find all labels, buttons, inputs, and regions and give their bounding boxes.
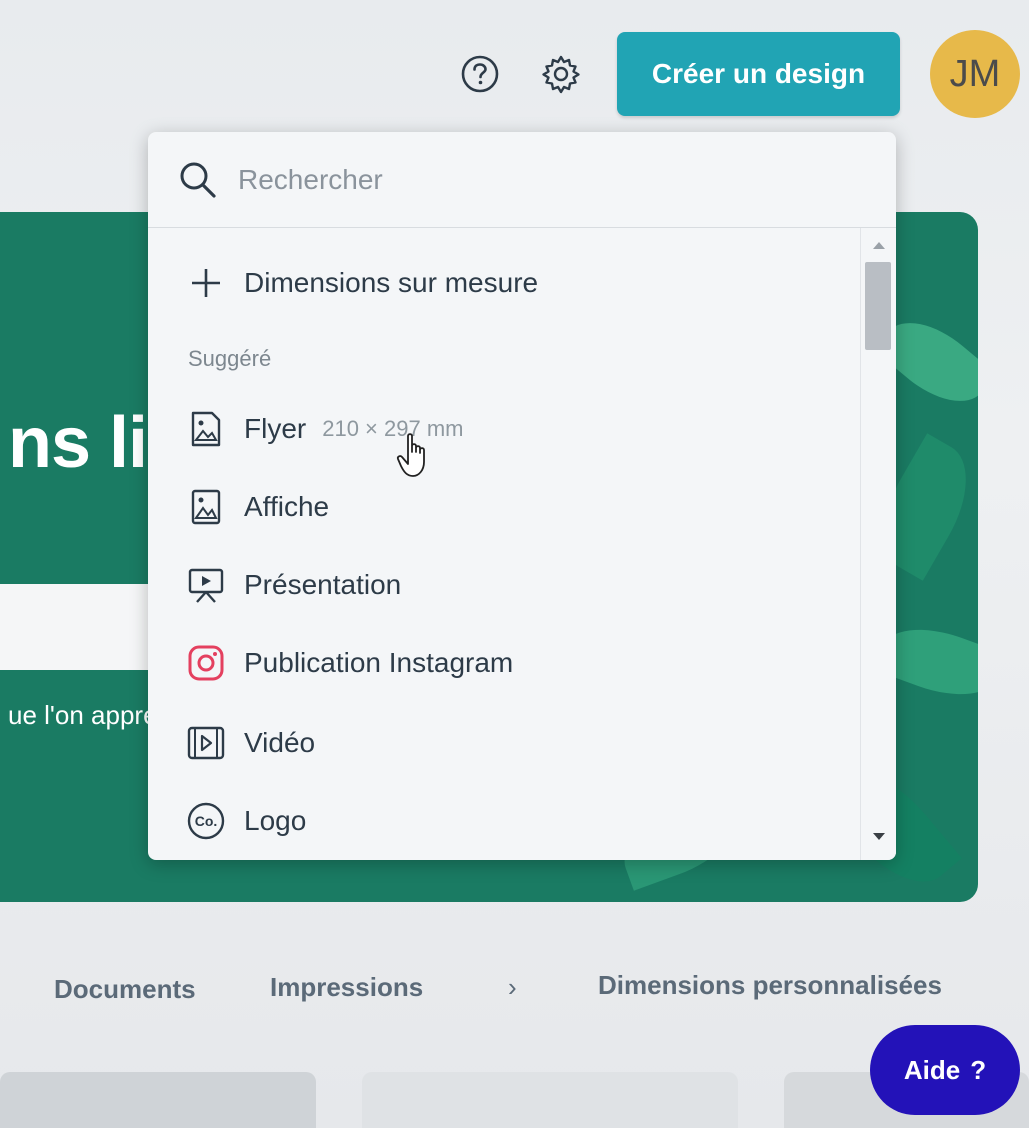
instagram-post-label: Publication Instagram: [244, 647, 514, 678]
design-option-flyer[interactable]: Flyer 210 × 297 mm: [148, 396, 860, 462]
design-option-logo[interactable]: Co. Logo: [148, 788, 860, 854]
svg-text:Co.: Co.: [195, 813, 218, 829]
instagram-icon: [186, 643, 226, 683]
chevron-right-icon[interactable]: ›: [508, 972, 517, 1003]
canva-home-screen: Créer un design JM ns li ue l'on appre D…: [0, 0, 1029, 1128]
scroll-down-arrow-icon[interactable]: [869, 828, 889, 846]
banner-title: ns li: [8, 403, 148, 483]
create-design-button[interactable]: Créer un design: [617, 32, 900, 116]
top-bar: Créer un design JM: [0, 0, 1029, 130]
design-search-input[interactable]: [238, 154, 838, 206]
flyer-label: Flyer: [244, 413, 307, 444]
category-impressions[interactable]: Impressions: [270, 972, 423, 1003]
help-button[interactable]: [456, 50, 504, 98]
question-circle-icon: [461, 55, 499, 93]
settings-button[interactable]: [537, 50, 585, 98]
logo-label: Logo: [244, 805, 307, 836]
category-custom-dimensions[interactable]: Dimensions personnalisées: [598, 970, 942, 1001]
flyer-icon: [186, 409, 226, 449]
help-fab-symbol: ?: [970, 1054, 987, 1085]
logo-icon: Co.: [186, 801, 226, 841]
custom-dimensions-option[interactable]: Dimensions sur mesure: [148, 250, 860, 316]
design-option-presentation[interactable]: Présentation: [148, 552, 860, 618]
design-type-list: Dimensions sur mesure Suggéré Flyer 210 …: [148, 228, 860, 860]
template-thumbnail[interactable]: [362, 1072, 738, 1128]
scrollbar-thumb[interactable]: [865, 262, 891, 350]
category-nav: Documents Impressions › Dimensions perso…: [0, 960, 1029, 1020]
plus-icon: [186, 263, 226, 303]
design-option-video[interactable]: Vidéo: [148, 710, 860, 776]
section-suggested-label: Suggéré: [188, 346, 272, 371]
design-option-instagram-post[interactable]: Publication Instagram: [148, 630, 860, 696]
presentation-label: Présentation: [244, 569, 402, 600]
scroll-up-arrow-icon[interactable]: [869, 236, 889, 254]
affiche-label: Affiche: [244, 491, 330, 522]
presentation-icon: [186, 565, 226, 605]
help-fab-button[interactable]: Aide ?: [870, 1025, 1020, 1115]
video-icon: [186, 723, 226, 763]
dropdown-scrollbar[interactable]: [860, 228, 896, 860]
flyer-dimensions: 210 × 297 mm: [322, 416, 464, 441]
custom-dimensions-label: Dimensions sur mesure: [244, 267, 539, 298]
banner-search-bar[interactable]: [0, 584, 170, 670]
design-option-affiche[interactable]: Affiche: [148, 474, 860, 540]
dropdown-search-row: [148, 132, 896, 228]
hand-cursor-icon: [396, 433, 425, 477]
banner-subtitle: ue l'on appre: [8, 700, 158, 730]
template-thumbnail[interactable]: [0, 1072, 316, 1128]
poster-icon: [186, 487, 226, 527]
category-documents[interactable]: Documents: [54, 974, 196, 1005]
help-fab-label: Aide: [903, 1054, 961, 1085]
video-label: Vidéo: [244, 727, 316, 758]
gear-icon: [542, 55, 580, 94]
search-icon: [180, 162, 216, 198]
avatar[interactable]: JM: [930, 30, 1020, 118]
create-design-dropdown: Dimensions sur mesure Suggéré Flyer 210 …: [148, 132, 896, 860]
